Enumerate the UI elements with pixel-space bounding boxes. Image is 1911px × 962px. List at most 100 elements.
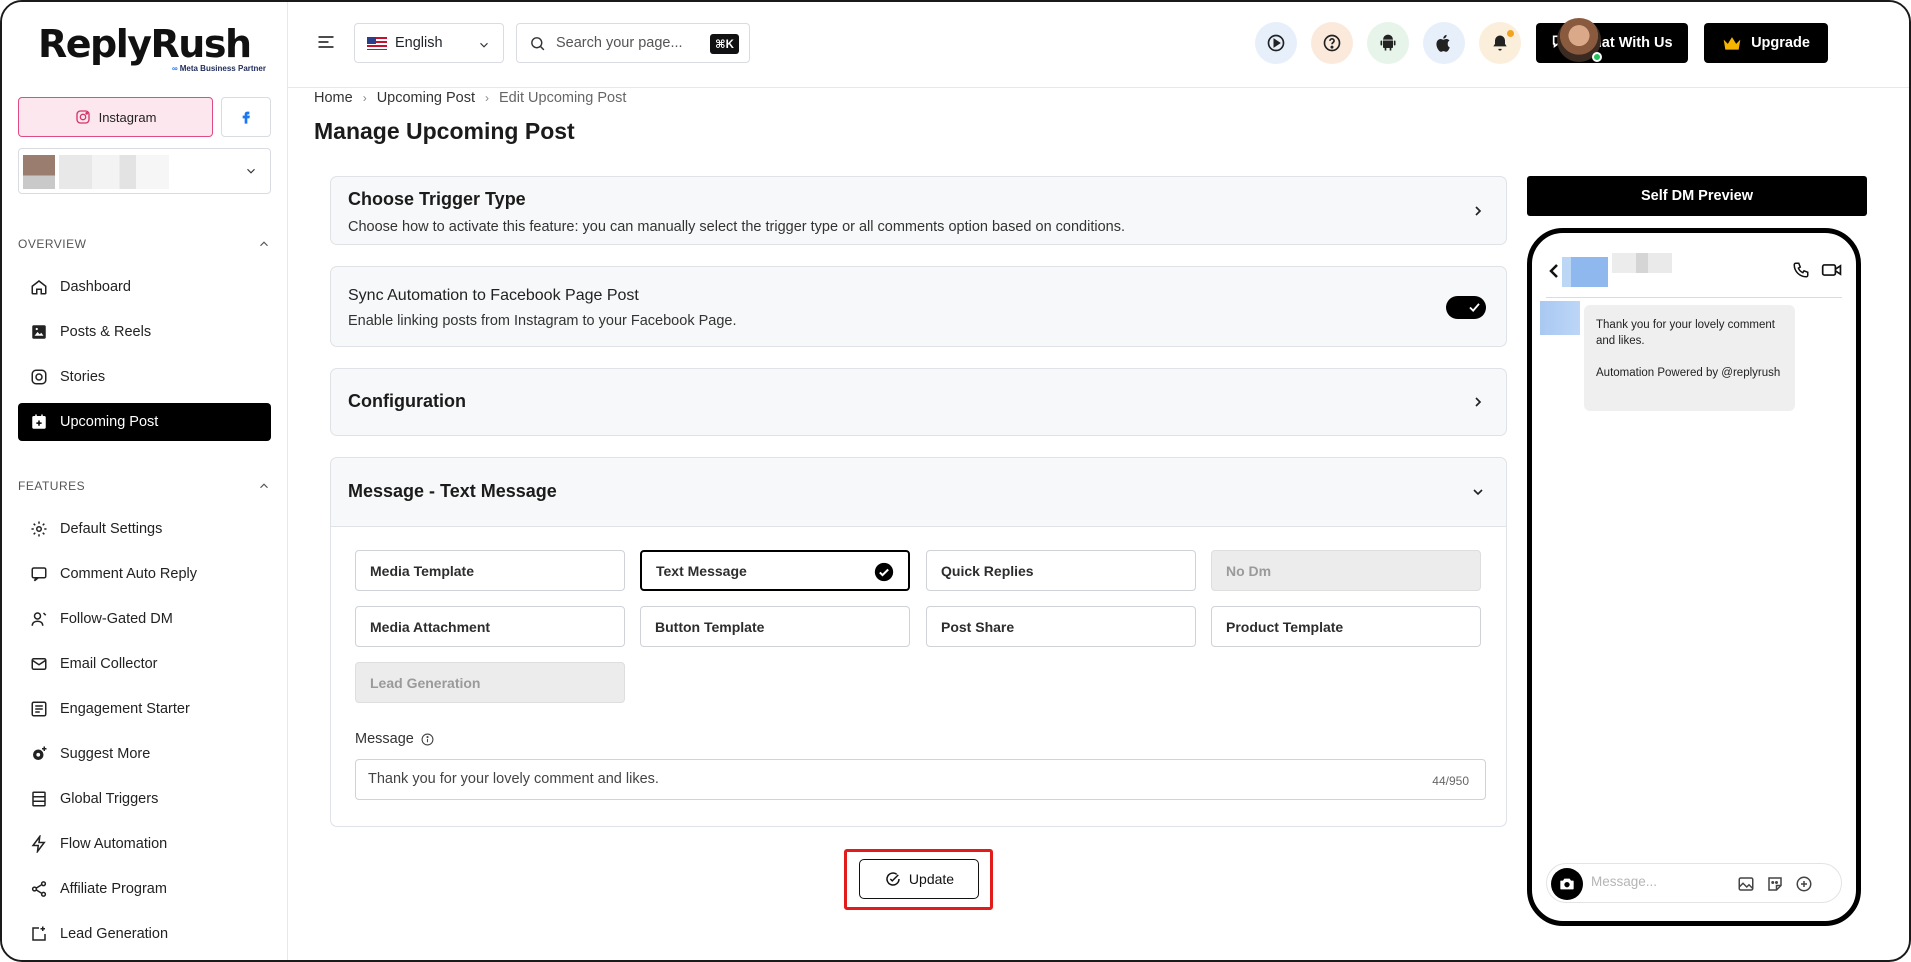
camera-icon — [1560, 878, 1574, 890]
sidebar-item-flow-automation[interactable]: Flow Automation — [18, 825, 271, 863]
crown-icon — [1723, 37, 1741, 50]
instagram-icon — [31, 369, 47, 385]
gear-plus-icon — [33, 746, 47, 760]
chevron-right-icon — [1475, 397, 1482, 407]
sidebar-item-stories[interactable]: Stories — [18, 358, 271, 396]
configuration-card[interactable]: Configuration — [330, 368, 1507, 436]
bolt-icon — [31, 835, 46, 853]
menu-toggle-button[interactable] — [316, 32, 336, 57]
help-button[interactable] — [1311, 22, 1353, 64]
sidebar-item-follow-gated-dm[interactable]: Follow-Gated DM — [18, 600, 271, 638]
sidebar-item-label: Dashboard — [60, 279, 131, 295]
option-button-template[interactable]: Button Template — [640, 606, 910, 647]
account-avatar — [23, 155, 55, 189]
bubble-message-text: Thank you for your lovely comment and li… — [1596, 319, 1775, 347]
sidebar-item-posts-reels[interactable]: Posts & Reels — [18, 313, 271, 351]
option-media-template[interactable]: Media Template — [355, 550, 625, 591]
camera-button[interactable] — [1551, 868, 1583, 900]
breadcrumb-upcoming-post[interactable]: Upcoming Post — [377, 90, 475, 106]
language-label: English — [395, 35, 443, 51]
share-icon — [31, 881, 47, 897]
help-icon — [1323, 34, 1341, 52]
bell-icon — [1493, 35, 1507, 51]
trigger-type-card[interactable]: Choose Trigger Type Choose how to activa… — [330, 176, 1507, 245]
chat-input-bar — [1546, 863, 1842, 903]
sidebar-item-label: Comment Auto Reply — [60, 566, 198, 582]
android-app-button[interactable] — [1367, 22, 1409, 64]
engagement-icon — [31, 701, 47, 717]
home-icon — [31, 280, 47, 295]
ios-app-button[interactable] — [1423, 22, 1465, 64]
search-icon — [531, 36, 545, 50]
phone-preview: Thank you for your lovely comment and li… — [1527, 228, 1861, 926]
overview-section-toggle[interactable]: OVERVIEW — [18, 234, 271, 254]
option-media-attachment[interactable]: Media Attachment — [355, 606, 625, 647]
sidebar-item-label: Upcoming Post — [60, 414, 159, 430]
chevron-down-icon[interactable] — [1470, 484, 1486, 500]
sidebar-item-upcoming-post[interactable]: Upcoming Post — [18, 403, 271, 441]
sidebar-item-label: Default Settings — [60, 521, 163, 537]
sidebar-item-dashboard[interactable]: Dashboard — [18, 268, 271, 306]
chevron-up-icon — [260, 483, 268, 489]
sidebar-item-email-collector[interactable]: Email Collector — [18, 645, 271, 683]
chat-header — [1532, 233, 1856, 299]
chat-header-divider — [1546, 297, 1842, 298]
list-icon — [32, 791, 46, 807]
sync-facebook-toggle[interactable] — [1446, 296, 1486, 319]
instagram-tab[interactable]: Instagram — [18, 97, 213, 137]
option-quick-replies[interactable]: Quick Replies — [926, 550, 1196, 591]
message-card-body: Media Template Text Message Quick Replie… — [331, 526, 1506, 826]
option-product-template[interactable]: Product Template — [1211, 606, 1481, 647]
chevron-right-icon: › — [485, 91, 490, 105]
chevron-down-icon — [480, 42, 488, 48]
facebook-tab[interactable] — [221, 97, 271, 137]
brand-logo[interactable]: ReplyRush ∞ Meta Business Partner — [38, 22, 266, 78]
search-input[interactable] — [556, 35, 696, 51]
upgrade-label: Upgrade — [1751, 35, 1810, 51]
sidebar-item-engagement-starter[interactable]: Engagement Starter — [18, 690, 271, 728]
breadcrumb-current: Edit Upcoming Post — [499, 90, 627, 106]
tutorial-button[interactable] — [1255, 22, 1297, 64]
sidebar-item-suggest-more[interactable]: Suggest More — [18, 735, 271, 773]
trigger-type-title: Choose Trigger Type — [348, 189, 526, 209]
chat-message-input[interactable] — [1591, 874, 1721, 889]
check-icon — [1469, 303, 1480, 312]
account-name — [59, 155, 169, 189]
calendar-plus-icon — [32, 414, 46, 429]
account-select[interactable] — [18, 148, 271, 194]
notifications-button[interactable] — [1479, 22, 1521, 64]
chevron-up-icon — [260, 241, 268, 247]
chat-contact-name — [1612, 253, 1672, 273]
add-circle-icon[interactable] — [1795, 875, 1813, 893]
info-icon[interactable] — [421, 733, 434, 746]
sidebar-item-global-triggers[interactable]: Global Triggers — [18, 780, 271, 818]
sidebar-item-comment-auto-reply[interactable]: Comment Auto Reply — [18, 555, 271, 593]
search-box[interactable]: ⌘K — [516, 23, 750, 63]
sidebar-item-affiliate-program[interactable]: Affiliate Program — [18, 870, 271, 908]
option-text-message[interactable]: Text Message — [640, 550, 910, 591]
sidebar-item-default-settings[interactable]: Default Settings — [18, 510, 271, 548]
breadcrumb: Home › Upcoming Post › Edit Upcoming Pos… — [314, 88, 626, 108]
features-section-toggle[interactable]: FEATURES — [18, 476, 271, 496]
gallery-icon[interactable] — [1737, 875, 1755, 893]
configuration-title: Configuration — [348, 391, 466, 411]
self-dm-preview-header: Self DM Preview — [1527, 176, 1867, 216]
message-card: Message - Text Message Media Template Te… — [330, 457, 1507, 827]
sync-facebook-card: Sync Automation to Facebook Page Post En… — [330, 266, 1507, 347]
update-button[interactable]: Update — [859, 859, 979, 899]
sidebar-item-label: Engagement Starter — [60, 701, 190, 717]
gear-icon — [31, 521, 47, 537]
option-post-share[interactable]: Post Share — [926, 606, 1196, 647]
play-circle-icon — [1267, 34, 1285, 52]
message-textarea[interactable]: Thank you for your lovely comment and li… — [355, 759, 1486, 800]
brand-name: ReplyRush — [38, 22, 252, 66]
sticker-icon[interactable] — [1766, 875, 1784, 893]
update-label: Update — [908, 871, 955, 887]
chevron-down-icon — [247, 168, 255, 174]
upgrade-button[interactable]: Upgrade — [1704, 23, 1828, 63]
sidebar-item-lead-generation[interactable]: Lead Generation — [18, 915, 271, 953]
message-section-title: Message - Text Message — [348, 481, 557, 501]
breadcrumb-home[interactable]: Home — [314, 90, 353, 106]
language-select[interactable]: English — [354, 23, 504, 63]
message-value: Thank you for your lovely comment and li… — [368, 771, 659, 787]
